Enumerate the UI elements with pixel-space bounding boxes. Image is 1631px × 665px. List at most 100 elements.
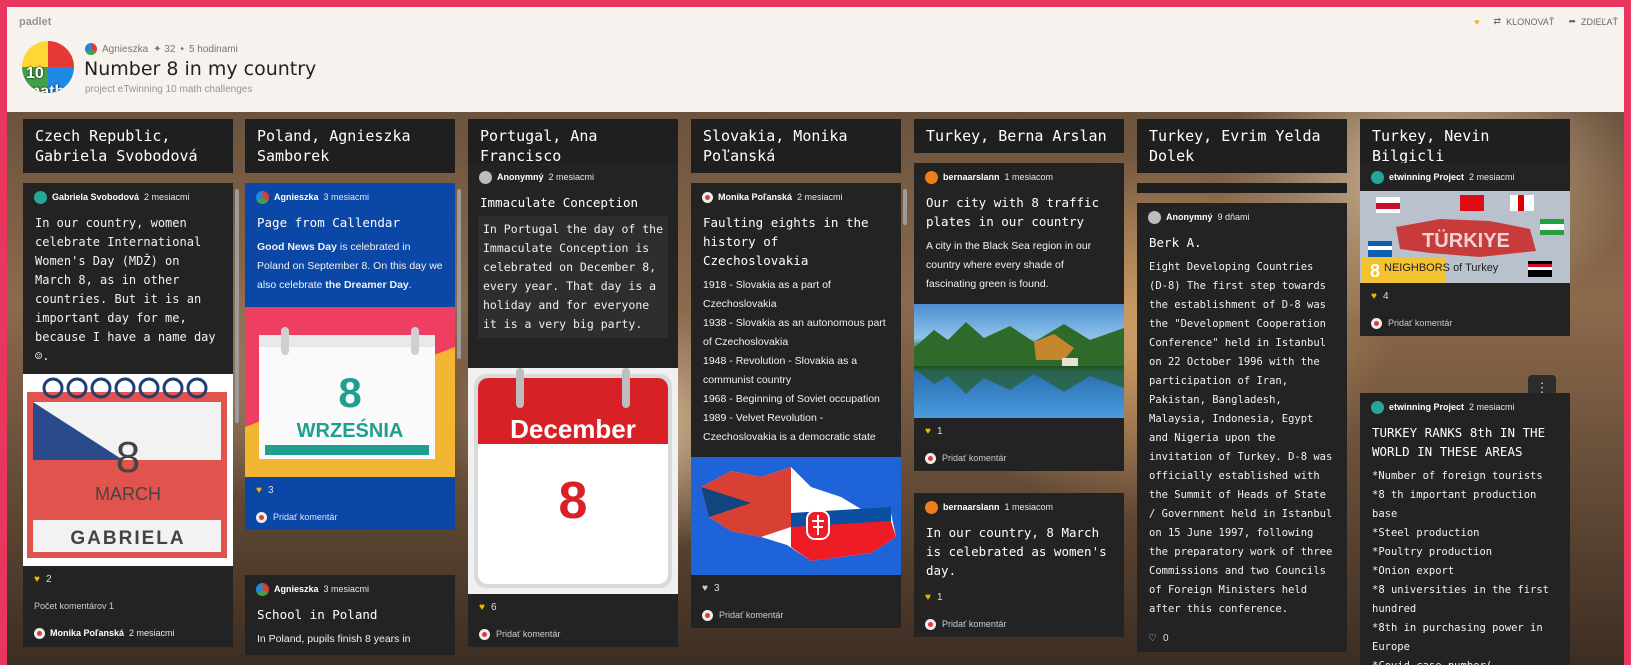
column-title[interactable]: Turkey, Berna Arslan [914,119,1124,153]
comment-count[interactable]: Počet komentárov 1 [23,593,233,619]
post-card[interactable]: Anonymný 2 mesiacmi Immaculate Conceptio… [468,163,678,647]
post-reactions: ♥ 1 [914,418,1124,445]
comment-header: Monika Poľanská 2 mesiacmi [23,619,233,647]
heart-icon[interactable]: ♥ [1474,17,1479,27]
post-card[interactable]: Monika Poľanská 2 mesiacmi Faulting eigh… [691,183,901,628]
column-slovakia: Slovakia, Monika Poľanská Monika Poľansk… [691,119,907,628]
post-card-collapsed[interactable] [1137,183,1347,193]
post-card[interactable]: etwinning Project 2 mesiacmi TÜRKIYE 8 N… [1360,163,1570,336]
post-body: 1918 - Slovakia as a part of Czechoslova… [691,274,901,457]
post-author: etwinning Project [1389,172,1465,182]
post-author: Gabriela Svobodová [52,192,140,202]
image-number: 8 [1370,261,1380,281]
comment-icon [702,609,713,621]
add-comment-button[interactable]: Pridať komentár [691,602,901,628]
add-comment-button[interactable]: Pridať komentár [914,611,1124,637]
post-card[interactable]: bernaarslann 1 mesiacom In our country, … [914,493,1124,637]
column-title[interactable]: Slovakia, Monika Poľanská [691,119,901,173]
heart-icon[interactable]: ♥ [1371,291,1377,302]
heart-icon[interactable]: ♥ [256,485,262,496]
map-country-label: TÜRKIYE [1422,229,1510,252]
ranking-line: *8 th important production base [1372,489,1537,520]
avatar [1371,400,1384,414]
post-header: bernaarslann 1 mesiacom [914,493,1124,521]
heart-icon[interactable]: ♥ [702,583,708,594]
post-card[interactable]: Agnieszka 3 mesiacmi Page from Callendar… [245,183,455,530]
column-title[interactable]: Czech Republic, Gabriela Svobodová [23,119,233,173]
column-poland: Poland, Agnieszka Samborek Agnieszka 3 m… [245,119,461,655]
post-subject: School in Poland [257,607,378,622]
post-header: Agnieszka 3 mesiacmi [245,575,455,603]
heart-outline-icon[interactable]: ♡ [1148,633,1157,644]
post-card[interactable]: bernaarslann 1 mesiacom Our city with 8 … [914,163,1124,471]
post-body: A city in the Black Sea region in our co… [926,240,1092,290]
add-comment-button[interactable]: Pridať komentár [468,621,678,647]
column-scrollbar[interactable] [457,189,461,359]
post-image[interactable]: 8 WRZEŚNIA [245,307,455,477]
padlet-logo[interactable]: padlet [19,16,51,28]
calendar-month: December [510,414,636,444]
comment-icon [1371,317,1382,329]
calendar-month: MARCH [95,484,161,504]
avatar [34,190,47,204]
add-comment-button[interactable]: Pridať komentár [914,445,1124,471]
post-image[interactable] [914,304,1124,418]
updated-time: 5 hodinami [188,43,238,55]
post-time: 1 mesiacom [1004,172,1054,182]
avatar [925,170,938,184]
padlet-header: padlet ♥ ⇄ KLONOVAŤ ➦ ZDIEĽAŤ 10 math Agni… [7,7,1624,112]
post-subject: Our city with 8 traffic plates in our co… [926,195,1100,229]
column-title[interactable]: Turkey, Evrim Yelda Dolek [1137,119,1347,173]
ranking-line: *Steel production [1372,527,1480,539]
post-image[interactable]: December 8 [468,368,678,594]
heart-icon[interactable]: ♥ [34,574,40,585]
ranking-line: *Onion export [1372,565,1455,577]
post-image[interactable] [691,457,901,575]
body-text: . [408,279,412,291]
add-comment-label: Pridať komentár [496,629,561,639]
czechoslovakia-map-image [701,467,896,561]
share-button[interactable]: ➦ ZDIEĽAŤ [1568,16,1618,27]
post-card[interactable]: Anonymný 9 dňami Berk A. Eight Developin… [1137,203,1347,652]
add-comment-label: Pridať komentár [1388,318,1453,328]
column-turkey-evrim: Turkey, Evrim Yelda Dolek Anonymný 9 dňa… [1137,119,1347,652]
heart-icon[interactable]: ♥ [479,602,485,613]
post-card[interactable]: etwinning Project 2 mesiacmi TURKEY RANK… [1360,393,1570,665]
column-scrollbar[interactable] [235,189,239,423]
add-comment-button[interactable]: Pridať komentár [1360,310,1570,336]
like-count: 6 [490,602,497,613]
history-line: 1938 - Slovakia as an autonomous part of… [703,317,886,348]
author-name[interactable]: Agnieszka [102,44,148,55]
clone-button[interactable]: ⇄ KLONOVAŤ [1494,16,1555,27]
add-comment-button[interactable]: Pridať komentár [245,504,455,530]
post-time: 2 mesiacmi [1469,402,1515,412]
avatar [479,170,492,184]
heart-icon[interactable]: ♥ [925,426,931,437]
heart-icon[interactable]: ♥ [925,592,931,603]
add-comment-label: Pridať komentár [942,453,1007,463]
post-image[interactable]: TÜRKIYE 8 NEIGHBORS of Turkey [1360,191,1570,283]
calendar-number: 8 [559,472,588,530]
post-header: Anonymný 9 dňami [1137,203,1347,231]
post-card[interactable]: Agnieszka 3 mesiacmi School in Poland In… [245,575,455,655]
post-header: etwinning Project 2 mesiacmi [1360,393,1570,421]
post-body: In Portugal the day of the Immaculate Co… [478,216,668,338]
clone-icon: ⇄ [1493,16,1502,26]
post-reactions: ♥ 3 [245,477,455,504]
post-author: bernaarslann [943,502,1000,512]
column-title[interactable]: Poland, Agnieszka Samborek [245,119,455,173]
add-comment-label: Pridať komentár [942,619,1007,629]
comment-time: 2 mesiacmi [129,628,175,638]
author-avatar [85,43,97,55]
post-author: etwinning Project [1389,402,1465,412]
post-time: 3 mesiacmi [323,584,370,594]
avatar [34,627,45,639]
header-actions: ♥ ⇄ KLONOVAŤ ➦ ZDIEĽAŤ [1474,16,1618,27]
lake-forest-image [914,322,1124,394]
image-caption: NEIGHBORS of Turkey [1384,262,1499,274]
post-card[interactable]: Gabriela Svobodová 2 mesiacmi In our cou… [23,183,233,647]
comment-icon [479,628,490,640]
post-image[interactable]: 8 MARCH GABRIELA [23,374,233,566]
column-scrollbar[interactable] [903,189,907,225]
post-reactions: ♥ 6 [468,594,678,621]
